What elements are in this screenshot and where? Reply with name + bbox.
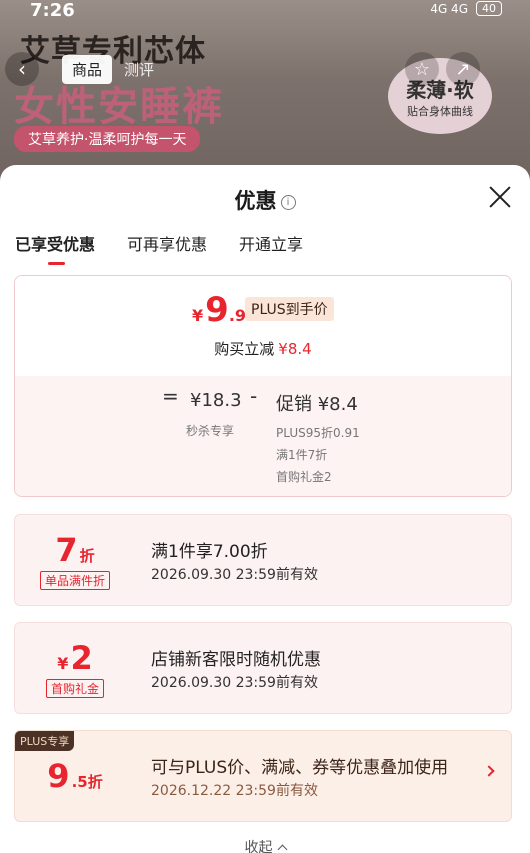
price-currency: ¥ — [192, 306, 204, 325]
coupon-value: 7折 单品满件折 — [15, 515, 135, 605]
coupon-big-number: 9 — [47, 757, 70, 795]
coupon-amount: 7折 — [55, 531, 94, 569]
coupon-tag: 单品满件折 — [39, 570, 110, 590]
coupon-amount: ¥2 — [57, 639, 92, 677]
badge-subtitle: 贴合身体曲线 — [407, 104, 473, 118]
original-price: ¥18.3 — [190, 390, 242, 411]
coupon-suffix: .5折 — [71, 773, 103, 791]
final-price-section: ¥ 9 .9 PLUS到手价 购买立减 ¥8.4 — [15, 276, 511, 376]
tab-open-now[interactable]: 开通立享 — [239, 231, 303, 265]
price-integer: 9 — [205, 290, 229, 330]
collapse-label: 收起 — [244, 840, 273, 853]
coupon-amount: 9.5折 — [47, 757, 102, 795]
coupon-expiry: 2026.09.30 23:59前有效 — [151, 675, 318, 691]
status-icons: 4G 4G 40 — [430, 1, 502, 16]
price-decimal: .9 — [228, 306, 247, 325]
chevron-up-icon — [277, 844, 287, 853]
coupon-prefix: ¥ — [57, 653, 69, 673]
info-icon[interactable]: i — [280, 195, 296, 210]
buy-discount-amount: ¥8.4 — [278, 340, 312, 358]
back-icon[interactable]: ‹ — [5, 52, 39, 86]
discount-tabs: 已享受优惠 可再享优惠 开通立享 — [15, 231, 303, 265]
price-breakdown-card: ¥ 9 .9 PLUS到手价 购买立减 ¥8.4 = ¥18.3 秒杀专享 - 促… — [14, 275, 512, 497]
discount-sheet: 优惠 i 已享受优惠 可再享优惠 开通立享 ¥ 9 .9 PLUS到手价 购买立减… — [0, 165, 530, 853]
product-tagline: 艾草养护·温柔呵护每一天 — [14, 126, 201, 152]
coupon-card: 7折 单品满件折 满1件享7.00折 2026.09.30 23:59前有效 — [14, 514, 512, 606]
favorite-icon[interactable]: ☆ — [405, 52, 439, 86]
promo-details: PLUS95折0.91 满1件7折 首购礼金2 — [276, 422, 360, 488]
status-time: 7:26 — [30, 0, 75, 21]
network-indicator: 4G 4G — [430, 1, 468, 16]
share-icon[interactable]: ↗ — [446, 52, 480, 86]
buy-discount-line: 购买立减 ¥8.4 — [15, 338, 511, 359]
original-price-label: 秒杀专享 — [186, 424, 235, 438]
promo-detail-line: 满1件7折 — [276, 448, 328, 462]
coupon-title: 店铺新客限时随机优惠 — [151, 650, 321, 670]
plus-coupon-card[interactable]: PLUS专享 9.5折 可与PLUS价、满减、券等优惠叠加使用 2026.12.… — [14, 730, 512, 822]
coupon-value: ¥2 首购礼金 — [15, 623, 135, 713]
sheet-title: 优惠 i — [0, 185, 530, 215]
tab-review[interactable]: 测评 — [116, 55, 162, 84]
coupon-expiry: 2026.09.30 23:59前有效 — [151, 567, 318, 583]
coupon-suffix: 折 — [79, 546, 95, 565]
product-tabs: 商品 测评 — [62, 55, 162, 84]
coupon-big-number: 2 — [70, 638, 93, 677]
coupon-card: ¥2 首购礼金 店铺新客限时随机优惠 2026.09.30 23:59前有效 — [14, 622, 512, 714]
coupon-tag: 首购礼金 — [45, 678, 104, 698]
price-formula: = ¥18.3 秒杀专享 - 促销 ¥8.4 PLUS95折0.91 满1件7折… — [15, 376, 511, 496]
tab-more-available[interactable]: 可再享优惠 — [127, 231, 207, 265]
battery-icon: 40 — [476, 1, 502, 16]
sheet-title-text: 优惠 — [234, 189, 277, 213]
promo-total: 促销 ¥8.4 — [276, 394, 358, 415]
close-icon[interactable] — [488, 185, 512, 209]
tab-enjoyed[interactable]: 已享受优惠 — [15, 231, 95, 265]
tab-product[interactable]: 商品 — [62, 55, 113, 84]
equals-sign: = — [162, 384, 179, 408]
coupon-expiry: 2026.12.22 23:59前有效 — [151, 783, 318, 799]
buy-discount-label: 购买立减 — [214, 340, 275, 358]
plus-price-tag: PLUS到手价 — [245, 297, 334, 321]
coupon-value: 9.5折 — [15, 731, 135, 821]
chevron-right-icon — [483, 765, 495, 777]
coupon-title: 满1件享7.00折 — [151, 542, 268, 562]
collapse-button[interactable]: 收起 — [0, 837, 530, 853]
promo-detail-line: PLUS95折0.91 — [276, 426, 360, 440]
minus-sign: - — [250, 384, 258, 408]
final-price: ¥ 9 .9 — [192, 290, 246, 330]
coupon-title: 可与PLUS价、满减、券等优惠叠加使用 — [151, 758, 449, 778]
coupon-big-number: 7 — [55, 530, 78, 569]
promo-detail-line: 首购礼金2 — [276, 470, 332, 484]
